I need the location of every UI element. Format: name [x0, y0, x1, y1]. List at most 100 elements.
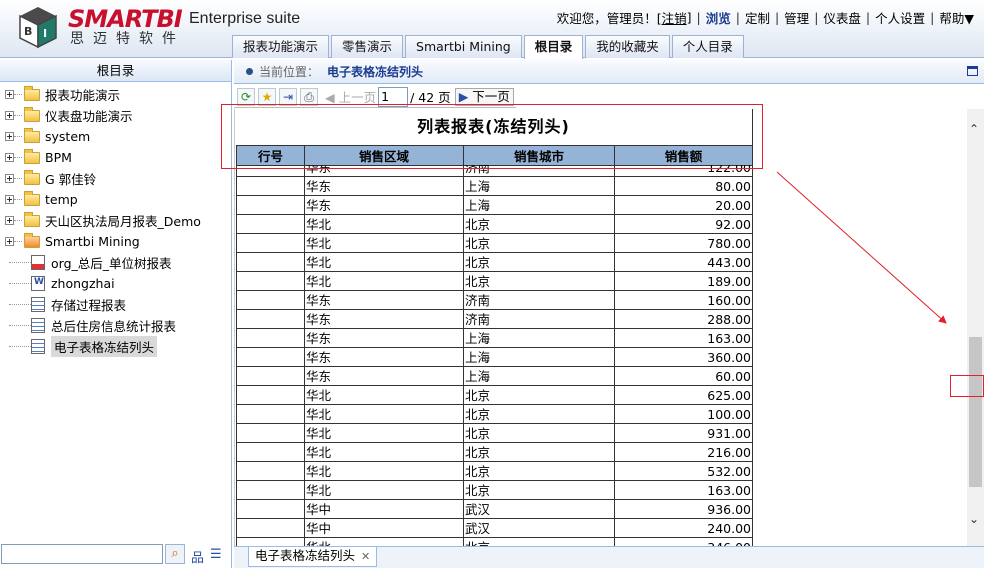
tree-item[interactable]: temp	[0, 189, 231, 210]
search-icon[interactable]: ⌕	[165, 544, 185, 564]
folder-icon	[24, 148, 40, 164]
scroll-down-icon[interactable]: ⌄	[969, 512, 979, 526]
nav-customize[interactable]: 定制	[745, 8, 770, 27]
folder-icon	[24, 127, 40, 143]
report-body-table: 华东 济南 122.00 华东 上海 80.00 华东 上海 20.00 华北 北京 92.00 华北北…	[236, 165, 753, 546]
expand-icon[interactable]	[5, 237, 14, 246]
tree-item[interactable]: org_总后_单位树报表	[0, 252, 231, 273]
print-icon[interactable]: ⎙	[300, 87, 318, 106]
cell-region: 华北	[304, 233, 464, 253]
logout-link[interactable]: 注销	[662, 8, 687, 27]
tab-favorites[interactable]: 我的收藏夹	[585, 35, 670, 58]
nav-manage[interactable]: 管理	[784, 8, 809, 27]
cell-region: 华北	[304, 442, 464, 462]
report-tab[interactable]: 电子表格冻结列头 ✕	[248, 547, 378, 567]
scrollbar-thumb[interactable]	[969, 337, 982, 487]
next-page-button[interactable]: ▶ 下一页	[454, 87, 514, 106]
tree-view-icon[interactable]: 品	[191, 547, 207, 566]
nav-personal-settings[interactable]: 个人设置	[875, 8, 925, 27]
cell-sales: 240.00	[614, 518, 753, 538]
cell-city: 上海	[463, 347, 615, 367]
cell-row-number	[236, 214, 305, 234]
cell-row-number	[236, 328, 305, 348]
tree-item[interactable]: 存储过程报表	[0, 294, 231, 315]
expand-icon[interactable]	[5, 111, 14, 120]
cell-sales: 216.00	[614, 442, 753, 462]
cell-sales: 163.00	[614, 480, 753, 500]
expand-icon[interactable]	[5, 153, 14, 162]
table-row: 华北 北京 92.00	[236, 214, 753, 234]
tree-search-input[interactable]	[1, 544, 163, 564]
report-canvas: 列表报表(冻结列头) 行号 销售区域 销售城市 销售额 华东 济南 122.00 华东…	[234, 109, 967, 546]
table-row: 华北 北京 780.00	[236, 233, 753, 253]
tree-item[interactable]: BPM	[0, 147, 231, 168]
close-icon[interactable]: ✕	[361, 550, 370, 563]
tree-item[interactable]: G 郭佳铃	[0, 168, 231, 189]
export-icon[interactable]: ⇥	[279, 87, 297, 106]
cell-city: 北京	[463, 423, 615, 443]
cell-region: 华北	[304, 461, 464, 481]
nav-dashboard[interactable]: 仪表盘	[823, 8, 861, 27]
cell-sales: 931.00	[614, 423, 753, 443]
cell-city: 北京	[463, 537, 615, 546]
tab-personal-directory[interactable]: 个人目录	[671, 35, 744, 58]
maximize-icon[interactable]	[967, 66, 978, 76]
cell-row-number	[236, 385, 305, 405]
word-doc-icon	[31, 276, 45, 291]
cell-row-number	[236, 537, 305, 546]
cell-sales: 443.00	[614, 252, 753, 272]
cell-sales: 163.00	[614, 328, 753, 348]
prev-page-button[interactable]: ◀ 上一页	[325, 87, 376, 106]
cell-sales: 60.00	[614, 366, 753, 386]
tree-item[interactable]: system	[0, 126, 231, 147]
nav-help[interactable]: 帮助▼	[939, 8, 974, 27]
tab-report-demo[interactable]: 报表功能演示	[232, 35, 330, 58]
welcome-close: ]	[686, 10, 692, 25]
vertical-scrollbar[interactable]: ⌃ ⌄	[967, 109, 984, 546]
refresh-icon[interactable]: ⟳	[237, 87, 255, 106]
tree-item-selected[interactable]: 电子表格冻结列头	[0, 336, 231, 357]
mining-folder-icon	[24, 232, 40, 248]
cell-row-number	[236, 442, 305, 462]
cell-row-number	[236, 176, 305, 196]
page-number-input[interactable]: 1	[378, 86, 409, 107]
svg-text:B: B	[24, 25, 32, 38]
table-row: 华东 上海 360.00	[236, 347, 753, 367]
tree-item[interactable]: 报表功能演示	[0, 84, 231, 105]
tree-item[interactable]: 总后住房信息统计报表	[0, 315, 231, 336]
expand-icon[interactable]	[5, 195, 14, 204]
tree-item[interactable]: zhongzhai	[0, 273, 231, 294]
tab-root-directory[interactable]: 根目录	[523, 35, 584, 59]
cell-sales: 189.00	[614, 271, 753, 291]
report-rows-viewport[interactable]: 华东 济南 122.00 华东 上海 80.00 华东 上海 20.00 华北 北京 92.00 华北北…	[236, 165, 756, 546]
tree-item[interactable]: 仪表盘功能演示	[0, 105, 231, 126]
column-header-row-number: 行号	[236, 145, 305, 166]
cell-row-number	[236, 165, 305, 177]
favorite-star-icon[interactable]: ★	[258, 87, 276, 106]
sidebar-title: 根目录	[0, 60, 231, 82]
cell-city: 北京	[463, 480, 615, 500]
page-total: / 42 页	[410, 90, 451, 105]
tab-smartbi-mining[interactable]: Smartbi Mining	[405, 35, 522, 58]
org-report-icon	[31, 255, 45, 270]
column-header-sales: 销售额	[614, 145, 753, 166]
tree-item[interactable]: Smartbi Mining	[0, 231, 231, 252]
tab-retail-demo[interactable]: 零售演示	[331, 35, 404, 58]
scroll-up-icon[interactable]: ⌃	[969, 122, 979, 136]
expand-icon[interactable]	[5, 216, 14, 225]
list-view-icon[interactable]: ☰	[210, 547, 226, 563]
grid-report-icon	[31, 318, 45, 333]
cell-city: 武汉	[463, 499, 615, 519]
cell-city: 济南	[463, 290, 615, 310]
expand-icon[interactable]	[5, 174, 14, 183]
cell-row-number	[236, 309, 305, 329]
tree-item[interactable]: 天山区执法局月报表_Demo	[0, 210, 231, 231]
expand-icon[interactable]	[5, 132, 14, 141]
table-row: 华东 济南 160.00	[236, 290, 753, 310]
expand-icon[interactable]	[5, 90, 14, 99]
nav-browse[interactable]: 浏览	[706, 8, 731, 27]
cell-region: 华北	[304, 271, 464, 291]
cell-sales: 122.00	[614, 165, 753, 177]
cell-row-number	[236, 461, 305, 481]
cell-sales: 160.00	[614, 290, 753, 310]
